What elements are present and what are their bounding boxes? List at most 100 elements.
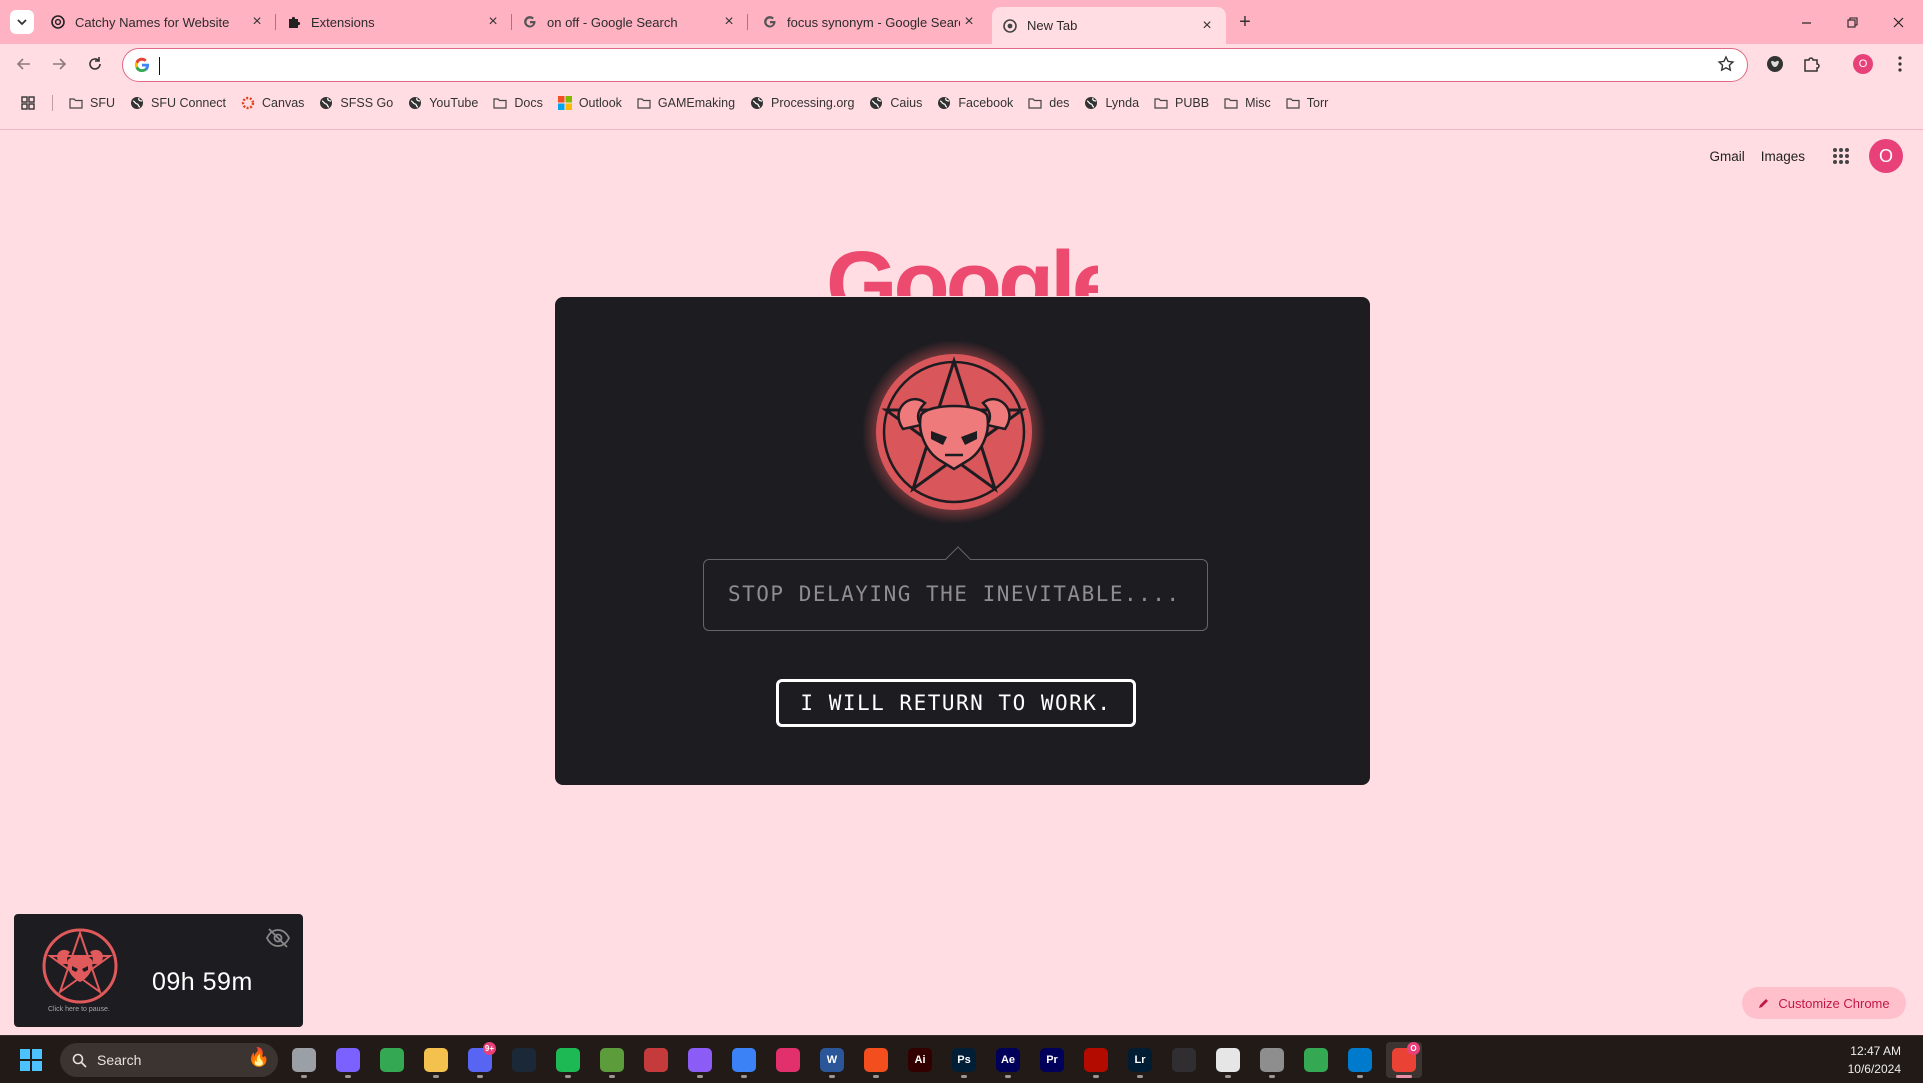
- taskbar-app-spotify[interactable]: [550, 1042, 586, 1078]
- bookmark-docs[interactable]: Docs: [485, 91, 549, 115]
- focus-timer-widget[interactable]: Click here to pause. 09h 59m: [14, 914, 303, 1027]
- minimize-button[interactable]: [1783, 0, 1829, 44]
- bookmark-torr[interactable]: Torr: [1278, 91, 1336, 115]
- bookmark-star-icon[interactable]: [1717, 55, 1735, 73]
- kebab-menu-icon: [1898, 56, 1902, 72]
- steam-icon: [512, 1048, 536, 1072]
- bookmark-sfss-go[interactable]: SFSS Go: [311, 91, 400, 115]
- address-bar[interactable]: [122, 48, 1748, 82]
- folder-icon: [1027, 95, 1043, 111]
- taskbar-app-steam[interactable]: [506, 1042, 542, 1078]
- close-icon[interactable]: ×: [1198, 17, 1216, 35]
- menu-button[interactable]: [1887, 51, 1913, 77]
- search-highlight-icon: 🔥: [247, 1047, 270, 1067]
- hide-widget-button[interactable]: [263, 924, 293, 952]
- return-to-work-button[interactable]: I WILL RETURN TO WORK.: [776, 679, 1136, 727]
- taskbar-app-chrome-alt[interactable]: [1298, 1042, 1334, 1078]
- tab-focus-synonym-search[interactable]: focus synonym - Google Search ×: [752, 7, 988, 37]
- running-indicator: [1396, 1075, 1412, 1078]
- google-apps-button[interactable]: [1821, 136, 1861, 176]
- bookmark-sfu[interactable]: SFU: [61, 91, 122, 115]
- forward-button[interactable]: [45, 50, 73, 78]
- bookmark-misc[interactable]: Misc: [1216, 91, 1278, 115]
- bookmark-apps[interactable]: [8, 91, 48, 115]
- chrome-alt-icon: [1304, 1048, 1328, 1072]
- taskbar-app-task-view[interactable]: [286, 1042, 322, 1078]
- chrome-icon: [1002, 18, 1018, 34]
- bookmark-outlook[interactable]: Outlook: [550, 91, 629, 115]
- close-icon[interactable]: ×: [720, 13, 738, 31]
- tab-search-button[interactable]: [10, 10, 34, 34]
- omnibox-input[interactable]: [161, 54, 1661, 76]
- system-clock[interactable]: 12:47 AM 10/6/2024: [1848, 1042, 1901, 1078]
- demon-pentagram-icon: [42, 928, 118, 1004]
- taskbar-app-photoshop[interactable]: Ps: [946, 1042, 982, 1078]
- taskbar-app-premiere[interactable]: Pr: [1034, 1042, 1070, 1078]
- tab-title: Extensions: [311, 14, 375, 30]
- customize-chrome-button[interactable]: Customize Chrome: [1742, 987, 1906, 1019]
- bookmark-canvas[interactable]: Canvas: [233, 91, 311, 115]
- taskbar-app-chrome[interactable]: [374, 1042, 410, 1078]
- folder-icon: [1285, 95, 1301, 111]
- taskbar-app-word[interactable]: W: [814, 1042, 850, 1078]
- bookmark-pubb[interactable]: PUBB: [1146, 91, 1216, 115]
- taskbar-app-chrome-active[interactable]: O: [1386, 1042, 1422, 1078]
- taskbar-app-vscode[interactable]: [1342, 1042, 1378, 1078]
- images-link[interactable]: Images: [1761, 149, 1805, 164]
- bookmark-label: Caius: [890, 96, 923, 110]
- tab-on-off-search[interactable]: on off - Google Search ×: [512, 7, 748, 37]
- back-button[interactable]: [10, 50, 38, 78]
- globe-icon: [407, 95, 423, 111]
- taskbar-app-lightroom[interactable]: Lr: [1122, 1042, 1158, 1078]
- tab-new-tab[interactable]: New Tab ×: [992, 7, 1226, 44]
- bookmark-caius[interactable]: Caius: [861, 91, 929, 115]
- taskbar-app-minecraft[interactable]: [594, 1042, 630, 1078]
- extension-demon-button[interactable]: [1762, 51, 1788, 77]
- tab-catchy-names[interactable]: Catchy Names for Website ×: [40, 7, 276, 37]
- bookmark-sfu-connect[interactable]: SFU Connect: [122, 91, 233, 115]
- taskbar-app-obs[interactable]: [1166, 1042, 1202, 1078]
- close-window-button[interactable]: [1875, 0, 1921, 44]
- instagram-icon: [776, 1048, 800, 1072]
- bookmark-label: YouTube: [429, 96, 479, 110]
- taskbar-app-instagram[interactable]: [770, 1042, 806, 1078]
- bookmark-processing-org[interactable]: Processing.org: [742, 91, 861, 115]
- windows-start-icon[interactable]: [20, 1049, 42, 1071]
- close-icon[interactable]: ×: [484, 13, 502, 31]
- task-view-icon: [292, 1048, 316, 1072]
- running-indicator: [1269, 1075, 1275, 1078]
- bookmark-label: Processing.org: [771, 96, 855, 110]
- tab-extensions[interactable]: Extensions ×: [276, 7, 512, 37]
- close-icon[interactable]: ×: [248, 13, 266, 31]
- close-icon[interactable]: ×: [960, 13, 978, 31]
- bookmark-lynda[interactable]: Lynda: [1076, 91, 1146, 115]
- pencil-icon: [1759, 999, 1769, 1008]
- profile-button[interactable]: O: [1850, 51, 1876, 77]
- bookmark-facebook[interactable]: Facebook: [929, 91, 1020, 115]
- taskbar-app-file-explorer[interactable]: [418, 1042, 454, 1078]
- premiere-icon: Pr: [1040, 1048, 1064, 1072]
- taskbar-app-figma[interactable]: [858, 1042, 894, 1078]
- restore-button[interactable]: [1829, 0, 1875, 44]
- taskbar-app-blender-market[interactable]: [638, 1042, 674, 1078]
- taskbar-app-copilot[interactable]: [330, 1042, 366, 1078]
- new-tab-button[interactable]: +: [1232, 10, 1258, 34]
- taskbar-search[interactable]: Search 🔥: [60, 1043, 278, 1077]
- bookmark-des[interactable]: des: [1020, 91, 1076, 115]
- taskbar-app-after-effects[interactable]: Ae: [990, 1042, 1026, 1078]
- taskbar-app-twitch[interactable]: [1210, 1042, 1246, 1078]
- bookmark-youtube[interactable]: YouTube: [400, 91, 485, 115]
- taskbar-app-discord[interactable]: 9+: [462, 1042, 498, 1078]
- bookmarks-bar: SFU SFU Connect Canvas SFSS Go YouTube Docs Ou…: [0, 90, 1923, 116]
- reload-button[interactable]: [81, 50, 109, 78]
- running-indicator: [433, 1075, 439, 1078]
- account-avatar[interactable]: O: [1869, 139, 1903, 173]
- extensions-button[interactable]: [1798, 51, 1824, 77]
- bookmark-gamemaking[interactable]: GAMEmaking: [629, 91, 742, 115]
- taskbar-app-illustrator[interactable]: Ai: [902, 1042, 938, 1078]
- taskbar-app-github[interactable]: [682, 1042, 718, 1078]
- taskbar-app-cinema4d[interactable]: [1254, 1042, 1290, 1078]
- taskbar-app-flyshot[interactable]: [726, 1042, 762, 1078]
- taskbar-app-acrobat[interactable]: [1078, 1042, 1114, 1078]
- gmail-link[interactable]: Gmail: [1709, 149, 1744, 164]
